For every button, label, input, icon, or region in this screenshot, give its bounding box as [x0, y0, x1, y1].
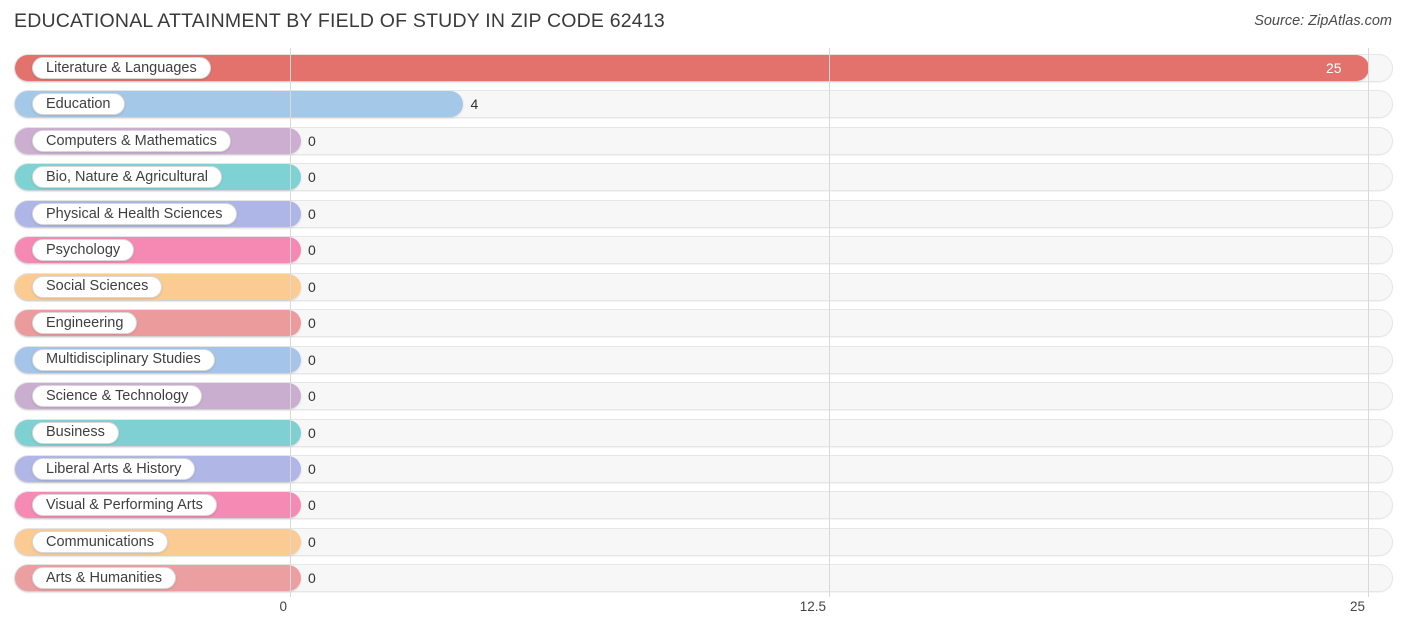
value-bar[interactable]: [15, 55, 1369, 81]
category-label-text: Physical & Health Sciences: [46, 205, 223, 222]
category-label-text: Social Sciences: [46, 278, 149, 295]
category-label-text: Literature & Languages: [46, 59, 197, 76]
category-label: Liberal Arts & History: [32, 457, 196, 480]
category-label: Computers & Mathematics: [32, 129, 231, 152]
category-label: Engineering: [32, 312, 138, 335]
value-label: 0: [308, 497, 316, 514]
bar-row[interactable]: Education 4: [14, 90, 1393, 119]
category-label: Business: [32, 421, 119, 444]
bar-row[interactable]: Social Sciences 0: [14, 272, 1393, 301]
category-label-text: Engineering: [46, 314, 124, 331]
category-label: Arts & Humanities: [32, 567, 177, 590]
x-axis: 0 12.5 25: [0, 597, 1406, 631]
x-axis-tick-label: 0: [279, 599, 287, 614]
category-label: Science & Technology: [32, 385, 203, 408]
value-label: 0: [308, 132, 316, 149]
bar-row[interactable]: Visual & Performing Arts 0: [14, 491, 1393, 520]
bar-row[interactable]: Science & Technology 0: [14, 382, 1393, 411]
value-label: 0: [308, 533, 316, 550]
category-label-text: Visual & Performing Arts: [46, 497, 203, 514]
bar-row[interactable]: Liberal Arts & History 0: [14, 454, 1393, 483]
bar-row[interactable]: Computers & Mathematics 0: [14, 126, 1393, 155]
chart-plot-area: Literature & Languages 25 Education 4 Comput…: [0, 44, 1406, 597]
value-label: 0: [308, 278, 316, 295]
category-label-text: Multidisciplinary Studies: [46, 351, 201, 368]
value-label: 0: [308, 424, 316, 441]
value-label: 0: [308, 351, 316, 368]
value-label: 0: [308, 570, 316, 587]
value-label: 0: [308, 388, 316, 405]
category-label-text: Science & Technology: [46, 387, 189, 404]
category-label: Visual & Performing Arts: [32, 494, 217, 517]
value-label: 4: [470, 96, 479, 113]
category-label: Physical & Health Sciences: [32, 202, 237, 225]
bar-row[interactable]: Physical & Health Sciences 0: [14, 199, 1393, 228]
value-label: 0: [308, 315, 316, 332]
category-label-text: Psychology: [46, 242, 121, 258]
bar-row[interactable]: Bio, Nature & Agricultural 0: [14, 163, 1393, 192]
category-label-text: Arts & Humanities: [46, 570, 163, 587]
value-label: 0: [308, 242, 316, 259]
category-label-text: Liberal Arts & History: [46, 460, 182, 477]
x-axis-tick-label: 25: [1349, 599, 1365, 614]
bar-row[interactable]: Psychology 0: [14, 236, 1393, 265]
value-label: 25: [1326, 60, 1342, 76]
value-label: 0: [308, 169, 316, 186]
page-title: EDUCATIONAL ATTAINMENT BY FIELD OF STUDY…: [14, 10, 665, 32]
x-axis-tick-label: 12.5: [799, 599, 826, 614]
category-label: Bio, Nature & Agricultural: [32, 166, 222, 189]
value-label: 0: [308, 460, 316, 477]
bar-row[interactable]: Literature & Languages 25: [14, 54, 1393, 82]
category-label: Psychology: [32, 239, 135, 262]
category-label-text: Education: [46, 96, 111, 113]
category-label-text: Bio, Nature & Agricultural: [46, 169, 208, 186]
chart-header: EDUCATIONAL ATTAINMENT BY FIELD OF STUDY…: [0, 0, 1406, 44]
bar-row[interactable]: Engineering 0: [14, 309, 1393, 338]
category-label-text: Business: [46, 424, 105, 441]
bar-row[interactable]: Multidisciplinary Studies 0: [14, 345, 1393, 374]
bar-row[interactable]: Business 0: [14, 418, 1393, 447]
bar-row[interactable]: Arts & Humanities 0: [14, 564, 1393, 593]
category-label: Social Sciences: [32, 275, 163, 298]
source-attribution: Source: ZipAtlas.com: [1254, 13, 1392, 29]
value-label: 0: [308, 205, 316, 222]
category-label-text: Communications: [46, 533, 154, 550]
category-label: Multidisciplinary Studies: [32, 348, 215, 371]
bar-row[interactable]: Communications 0: [14, 527, 1393, 556]
category-label: Communications: [32, 530, 168, 553]
category-label: Literature & Languages: [32, 57, 211, 79]
category-label-text: Computers & Mathematics: [46, 132, 217, 149]
category-label: Education: [32, 93, 125, 116]
